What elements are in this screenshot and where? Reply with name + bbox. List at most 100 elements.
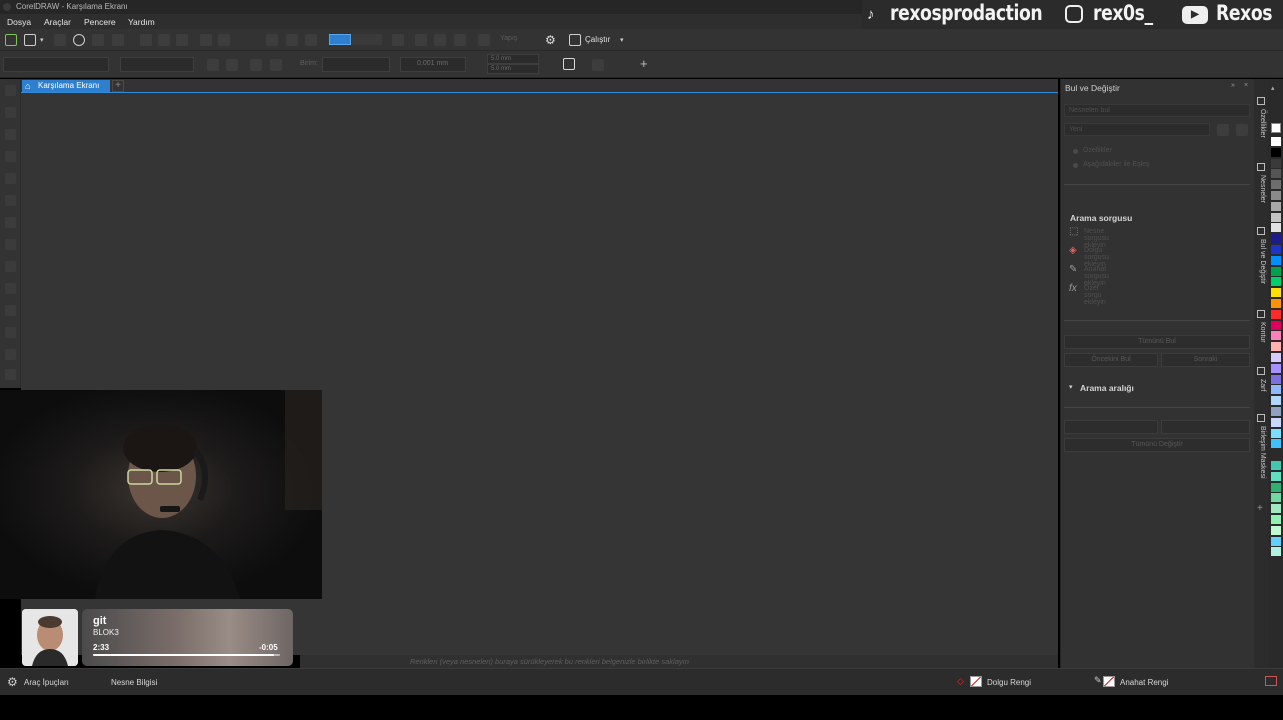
export-icon[interactable] — [286, 34, 298, 46]
palette-swatch[interactable] — [1271, 223, 1281, 233]
no-color-swatch[interactable] — [1271, 123, 1281, 133]
fill-color-label[interactable]: Dolgu Rengi — [987, 678, 1031, 687]
open-folder-icon[interactable] — [24, 34, 36, 46]
palette-swatch[interactable] — [1271, 266, 1281, 276]
app-launcher-button[interactable] — [329, 34, 351, 45]
palette-swatch[interactable] — [1271, 147, 1281, 157]
docker-tab-mask[interactable]: Birleşim Maskesi — [1256, 426, 1266, 490]
new-document-icon[interactable] — [5, 34, 17, 46]
add-icon[interactable]: + — [640, 56, 648, 71]
launch-dropdown-icon[interactable]: ▾ — [620, 36, 624, 44]
object-info-label[interactable]: Nesne Bilgisi — [111, 678, 157, 687]
palette-swatch[interactable] — [1271, 461, 1281, 470]
docker-close-icon[interactable]: × — [1244, 82, 1248, 89]
eyedropper-tool-icon[interactable] — [5, 369, 16, 380]
print-icon[interactable] — [92, 34, 104, 46]
copy-icon[interactable] — [158, 34, 170, 46]
docker-tab-find-replace[interactable]: Bul ve Değiştir — [1256, 239, 1266, 299]
current-page-icon[interactable] — [270, 59, 282, 71]
menu-dosya[interactable]: Dosya — [7, 17, 31, 27]
docker-tab-properties[interactable]: Özellikler — [1256, 109, 1266, 149]
zoom-select[interactable] — [352, 34, 382, 45]
palette-swatch[interactable] — [1271, 515, 1281, 524]
add-docker-icon[interactable]: + — [1257, 503, 1263, 514]
save-icon[interactable] — [54, 34, 66, 46]
menu-yardim[interactable]: Yardım — [128, 17, 155, 27]
docker-pin-icon[interactable]: » — [1231, 82, 1235, 89]
portrait-icon[interactable] — [207, 59, 219, 71]
connector-tool-icon[interactable] — [5, 327, 16, 338]
freehand-tool-icon[interactable] — [5, 173, 16, 184]
tool-tips-label[interactable]: Araç İpuçları — [24, 678, 69, 687]
palette-swatch[interactable] — [1271, 212, 1281, 222]
menu-araclar[interactable]: Araçlar — [44, 17, 71, 27]
palette-swatch[interactable] — [1271, 407, 1281, 416]
palette-swatch[interactable] — [1271, 353, 1281, 362]
palette-swatch[interactable] — [1271, 331, 1281, 341]
outline-color-label[interactable]: Anahat Rengi — [1120, 678, 1168, 687]
refresh-icon[interactable] — [1217, 124, 1229, 136]
palette-swatch[interactable] — [1271, 299, 1281, 308]
palette-swatch[interactable] — [1271, 439, 1281, 449]
palette-swatch[interactable] — [1271, 234, 1281, 244]
page-size-select[interactable] — [3, 57, 109, 72]
replace-all-button[interactable]: Tümünü Değiştir — [1064, 438, 1250, 452]
snap-label[interactable]: Yapış — [500, 35, 517, 42]
launch-label[interactable]: Çalıştır — [585, 35, 610, 44]
polygon-tool-icon[interactable] — [5, 261, 16, 272]
palette-swatch[interactable] — [1271, 169, 1281, 179]
radio-properties[interactable] — [1073, 149, 1078, 154]
outline-none-swatch[interactable] — [1103, 676, 1115, 687]
palette-swatch[interactable] — [1271, 385, 1281, 395]
palette-swatch[interactable] — [1271, 137, 1281, 146]
docker-tab-contour[interactable]: Kontur — [1256, 322, 1266, 352]
docker-tab-objects[interactable]: Nesneler — [1256, 175, 1266, 211]
guides-icon[interactable] — [454, 34, 466, 46]
edit-icon[interactable] — [592, 59, 604, 71]
tab-welcome-screen[interactable]: ⌂ Karşılama Ekranı — [22, 80, 110, 92]
palette-swatch[interactable] — [1271, 493, 1281, 503]
fill-none-swatch[interactable] — [970, 676, 982, 687]
docker-tab-envelope[interactable]: Zarf — [1256, 379, 1266, 399]
page-dimensions-field[interactable] — [120, 57, 194, 72]
palette-swatch[interactable] — [1271, 471, 1281, 481]
parallel-dimension-tool-icon[interactable] — [5, 305, 16, 316]
palette-swatch[interactable] — [1271, 525, 1281, 535]
landscape-icon[interactable] — [226, 59, 238, 71]
all-pages-icon[interactable] — [250, 59, 262, 71]
palette-swatch[interactable] — [1271, 363, 1281, 373]
palette-swatch[interactable] — [1271, 536, 1281, 546]
palette-swatch[interactable] — [1271, 504, 1281, 514]
unit-select[interactable] — [322, 57, 390, 72]
palette-swatch[interactable] — [1271, 396, 1281, 406]
publish-icon[interactable] — [305, 34, 317, 46]
text-tool-icon[interactable] — [5, 283, 16, 294]
cut-icon[interactable] — [140, 34, 152, 46]
paste-icon[interactable] — [176, 34, 188, 46]
fullscreen-icon[interactable] — [392, 34, 404, 46]
replace-field[interactable] — [1064, 420, 1158, 434]
palette-swatch[interactable] — [1271, 158, 1281, 168]
palette-swatch[interactable] — [1271, 180, 1281, 190]
palette-swatch[interactable] — [1271, 245, 1281, 254]
shape-tool-icon[interactable] — [5, 107, 16, 118]
collapse-icon[interactable]: ▾ — [1069, 383, 1073, 391]
duplicate-x-field[interactable]: 5.0 mm — [487, 54, 539, 64]
palette-swatch[interactable] — [1271, 450, 1281, 460]
palette-swatch[interactable] — [1271, 277, 1281, 287]
undo-icon[interactable] — [112, 34, 124, 46]
artistic-media-tool-icon[interactable] — [5, 195, 16, 206]
find-previous-button[interactable]: Öncekini Bul — [1064, 353, 1158, 367]
find-mode-select[interactable]: Nesneleri bul — [1064, 104, 1250, 117]
nudge-field[interactable]: 0.001 mm — [400, 57, 466, 72]
save-query-icon[interactable] — [1236, 124, 1248, 136]
menu-pencere[interactable]: Pencere — [84, 17, 116, 27]
crop-tool-icon[interactable] — [5, 129, 16, 140]
palette-scroll-up-icon[interactable]: ▴ — [1271, 84, 1275, 92]
zoom-tool-icon[interactable] — [5, 151, 16, 162]
snap-icon[interactable] — [478, 34, 490, 46]
color-proof-icon[interactable] — [1265, 676, 1277, 686]
new-tab-button[interactable]: + — [112, 80, 124, 92]
palette-swatch[interactable] — [1271, 417, 1281, 427]
palette-swatch[interactable] — [1271, 482, 1281, 492]
